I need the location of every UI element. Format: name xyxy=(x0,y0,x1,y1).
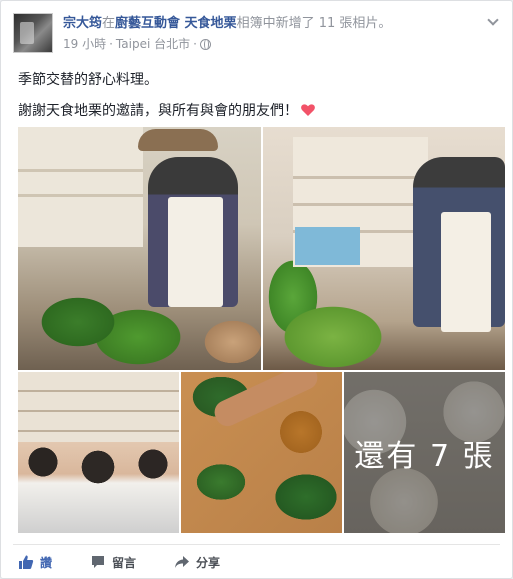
action-divider xyxy=(13,544,500,545)
more-photos-overlay[interactable]: 還有 7 張 xyxy=(344,372,505,533)
globe-icon[interactable] xyxy=(199,39,211,50)
feed-post: 宗大筠在廚藝互動會 天食地栗相簿中新增了 11 張相片。 19 小時 · Tai… xyxy=(0,0,513,579)
meta-separator: · xyxy=(109,36,113,51)
share-button[interactable]: 分享 xyxy=(174,554,220,571)
comment-icon xyxy=(92,556,105,568)
author-link[interactable]: 宗大筠 xyxy=(63,16,102,31)
chevron-down-icon[interactable] xyxy=(486,15,500,29)
photo-apron xyxy=(168,197,223,307)
photo-blue-panel xyxy=(295,227,360,265)
photo-guests[interactable] xyxy=(18,372,179,533)
post-message: 季節交替的舒心料理。 謝謝天食地栗的邀請，與所有與會的朋友們！ xyxy=(18,70,500,132)
share-label: 分享 xyxy=(196,555,221,570)
photo-grid: 還有 7 張 xyxy=(18,127,505,533)
post-line: 謝謝天食地栗的邀請，與所有與會的朋友們！ xyxy=(18,101,500,121)
post-line-1: 季節交替的舒心料理。 xyxy=(18,72,158,88)
timestamp-link[interactable]: 19 小時 xyxy=(63,35,106,52)
post-header: 宗大筠在廚藝互動會 天食地栗相簿中新增了 11 張相片。 19 小時 · Tai… xyxy=(13,13,500,59)
photo-dishes[interactable] xyxy=(181,372,342,533)
like-button[interactable]: 讚 xyxy=(18,554,52,571)
like-icon xyxy=(19,555,34,569)
photo-shelf xyxy=(18,372,179,442)
photo-hat xyxy=(138,129,218,151)
like-label: 讚 xyxy=(40,555,53,570)
share-icon xyxy=(175,556,190,568)
post-line: 季節交替的舒心料理。 xyxy=(18,70,500,90)
photo-chef-cooking[interactable] xyxy=(263,127,505,370)
photo-shelf xyxy=(18,127,143,247)
meta-separator: · xyxy=(193,36,197,51)
post-headline: 宗大筠在廚藝互動會 天食地栗相簿中新增了 11 張相片。 xyxy=(63,15,474,32)
comment-button[interactable]: 留言 xyxy=(90,554,136,571)
location-link[interactable]: Taipei 台北市 xyxy=(116,35,190,52)
more-photos-label: 還有 7 張 xyxy=(354,438,495,474)
photo-more[interactable]: 還有 7 張 xyxy=(344,372,505,533)
action-text: 相簿中新增了 11 張相片。 xyxy=(236,16,392,31)
heart-icon xyxy=(301,104,315,116)
photo-crowd xyxy=(18,442,179,533)
post-actions: 讚 留言 分享 xyxy=(18,551,500,573)
photo-arm xyxy=(210,372,322,431)
connector-text: 在 xyxy=(102,16,116,31)
comment-label: 留言 xyxy=(112,555,137,570)
post-line-2: 謝謝天食地栗的邀請，與所有與會的朋友們！ xyxy=(18,103,298,119)
post-meta: 19 小時 · Taipei 台北市 · xyxy=(63,35,211,52)
photo-apron xyxy=(441,212,491,332)
avatar[interactable] xyxy=(13,13,53,53)
place-link[interactable]: 廚藝互動會 天食地栗 xyxy=(115,16,237,31)
photo-chef-vegetables[interactable] xyxy=(18,127,261,370)
